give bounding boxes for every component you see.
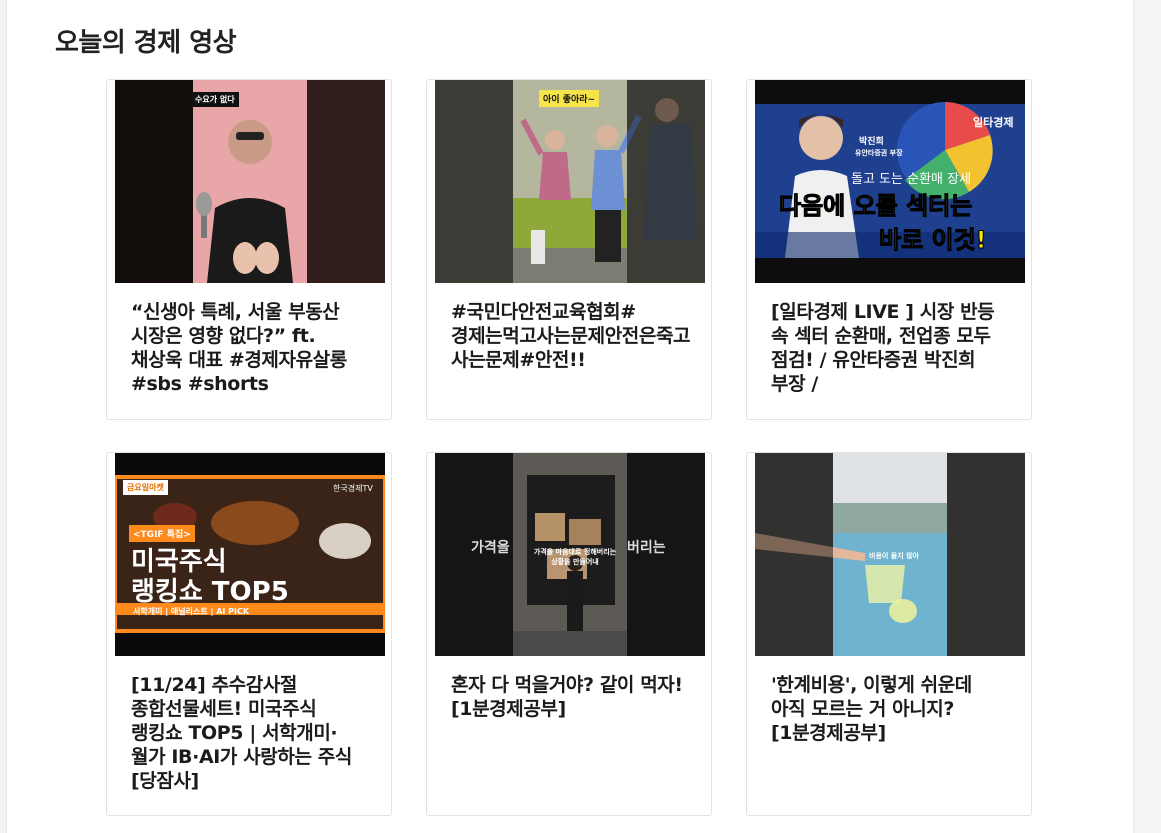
video-title[interactable]: “신생아 특례, 서울 부동산 시장은 영향 없다?” ft. 채상욱 대표 #… (131, 300, 371, 396)
thumbnail-subtitle: 가격을 마음대로 정해버리는 상황을 만들어내 (533, 548, 617, 566)
content-panel: 오늘의 경제 영상 수요가 없다 “신생아 특례, 서울 부동산 시장은 영향 … (6, 0, 1134, 833)
video-thumbnail[interactable]: 금요일마켓 한국경제TV <TGIF 특집> 미국주식 랭킹쇼 TOP5 서학개… (115, 453, 385, 656)
thumbnail-image (435, 80, 705, 283)
video-thumbnail[interactable]: 아이 좋아라~ (435, 80, 705, 283)
section-title: 오늘의 경제 영상 (55, 28, 237, 58)
thumbnail-side-text-2: 버리는 (627, 540, 666, 556)
channel-caption: 한국경제TV (333, 484, 373, 493)
video-card[interactable]: 금요일마켓 한국경제TV <TGIF 특집> 미국주식 랭킹쇼 TOP5 서학개… (106, 452, 392, 816)
thumbnail-bottom-caption: 서학개미 | 애널리스트 | AI PICK (133, 607, 250, 616)
thumbnail-caption: 아이 좋아라~ (539, 90, 600, 107)
org-caption: 유안타증권 부장 (855, 149, 903, 157)
video-thumbnail[interactable]: 수요가 없다 (115, 80, 385, 283)
video-title[interactable]: [11/24] 추수감사절 종합선물세트! 미국주식 랭킹쇼 TOP5 | 서학… (131, 673, 371, 793)
video-thumbnail[interactable]: 비용이 들지 않아 (755, 453, 1025, 656)
video-thumbnail[interactable]: 박진희 유안타증권 부장 일타경제 돌고 도는 순환매 장세 다음에 오를 섹터… (755, 80, 1025, 283)
thumbnail-subtitle: 비용이 들지 않아 (869, 552, 919, 560)
video-card[interactable]: 아이 좋아라~ #국민다안전교육협회#경제는먹고사는문제안전은죽고사는문제#안전… (426, 79, 712, 420)
video-title[interactable]: [일타경제 LIVE ] 시장 반등 속 섹터 순환매, 전업종 모두 점검! … (771, 300, 1011, 396)
thumbnail-side-text: 가격을 (471, 540, 510, 556)
thumbnail-caption: 수요가 없다 (191, 92, 239, 107)
channel-badge: 일타경제 (973, 116, 1014, 129)
video-title[interactable]: 혼자 다 먹을거야? 같이 먹자! [1분경제공부] (451, 673, 691, 721)
video-thumbnail[interactable]: 가격을 버리는 가격을 마음대로 정해버리는 상황을 만들어내 (435, 453, 705, 656)
thumbnail-image (115, 80, 385, 283)
video-title[interactable]: #국민다안전교육협회#경제는먹고사는문제안전은죽고사는문제#안전!! (451, 300, 691, 372)
thumbnail-headline-2: 바로 이것! (879, 226, 988, 255)
video-card[interactable]: 박진희 유안타증권 부장 일타경제 돌고 도는 순환매 장세 다음에 오를 섹터… (746, 79, 1032, 420)
banner-caption: 금요일마켓 (123, 480, 168, 495)
video-card[interactable]: 수요가 없다 “신생아 특례, 서울 부동산 시장은 영향 없다?” ft. 채… (106, 79, 392, 420)
video-card[interactable]: 가격을 버리는 가격을 마음대로 정해버리는 상황을 만들어내 혼자 다 먹을거… (426, 452, 712, 816)
video-title[interactable]: '한계비용', 이렇게 쉬운데 아직 모르는 거 아니지? [1분경제공부] (771, 673, 1011, 745)
video-card[interactable]: 비용이 들지 않아 '한계비용', 이렇게 쉬운데 아직 모르는 거 아니지? … (746, 452, 1032, 816)
